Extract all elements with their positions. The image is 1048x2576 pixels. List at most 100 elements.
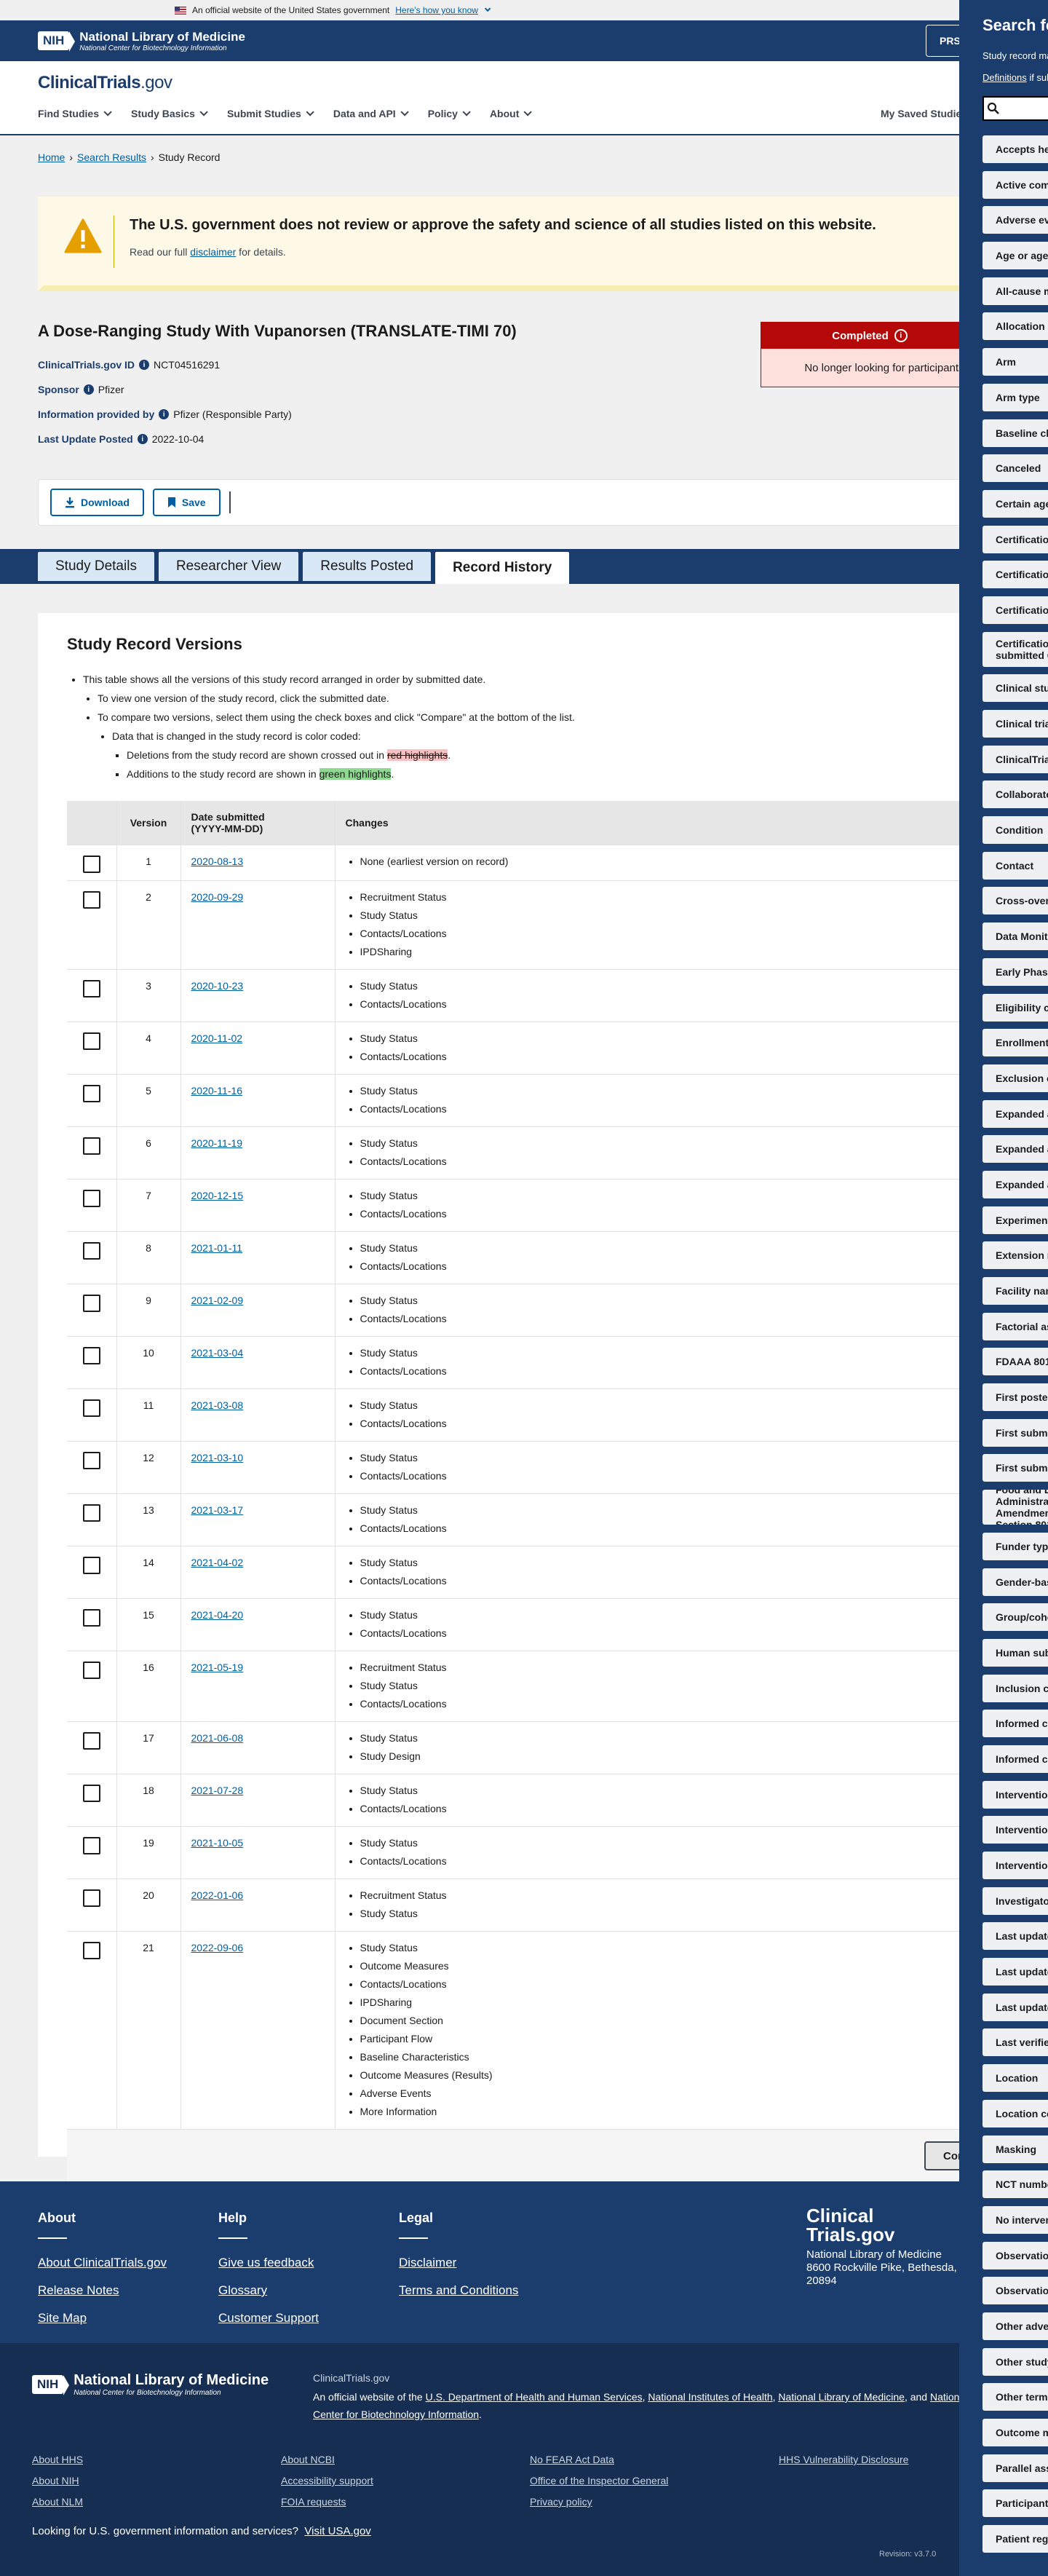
- tab-researcher-view[interactable]: Researcher View: [158, 552, 299, 581]
- glossary-term[interactable]: Group/cohort: [982, 1603, 1048, 1632]
- glossary-term[interactable]: Food and Drug Administration Amendments …: [982, 1490, 1048, 1525]
- footer-link[interactable]: Release Notes: [38, 2277, 167, 2304]
- footer-link[interactable]: Accessibility support: [281, 2470, 373, 2492]
- version-date-link[interactable]: 2021-02-09: [191, 1295, 244, 1306]
- glossary-search-input[interactable]: [982, 96, 1048, 121]
- version-date-link[interactable]: 2021-04-20: [191, 1609, 244, 1621]
- version-checkbox[interactable]: [83, 1556, 100, 1574]
- glossary-term[interactable]: Condition: [982, 816, 1048, 845]
- glossary-term[interactable]: Certification/extension first submitted …: [982, 631, 1048, 667]
- glossary-term[interactable]: ClinicalTrials.gov ID: [982, 745, 1048, 773]
- version-date-link[interactable]: 2022-01-06: [191, 1889, 244, 1901]
- glossary-term[interactable]: NCT number: [982, 2170, 1048, 2199]
- version-checkbox[interactable]: [83, 1889, 100, 1907]
- version-checkbox[interactable]: [83, 1084, 100, 1102]
- version-checkbox[interactable]: [83, 1504, 100, 1522]
- breadcrumb-home[interactable]: Home: [38, 151, 65, 163]
- glossary-term[interactable]: Baseline characteristics: [982, 419, 1048, 447]
- glossary-term[interactable]: Last update submitted: [982, 1958, 1048, 1986]
- glossary-term[interactable]: Arm type: [982, 383, 1048, 411]
- info-icon[interactable]: i: [894, 329, 908, 342]
- site-logo[interactable]: ClinicalTrials.gov: [38, 73, 172, 93]
- version-checkbox[interactable]: [83, 1731, 100, 1750]
- glossary-term[interactable]: Outcome measure: [982, 2419, 1048, 2446]
- tab-study-details[interactable]: Study Details: [38, 552, 154, 581]
- version-date-link[interactable]: 2020-11-02: [191, 1032, 243, 1044]
- info-icon[interactable]: i: [139, 360, 150, 370]
- footer-link[interactable]: Glossary: [218, 2277, 319, 2304]
- version-date-link[interactable]: 2020-12-15: [191, 1190, 244, 1201]
- glossary-term[interactable]: Cross-over assignment: [982, 887, 1048, 915]
- glossary-term[interactable]: Observational study: [982, 2241, 1048, 2269]
- version-date-link[interactable]: 2020-08-13: [191, 856, 244, 867]
- nav-submit-studies[interactable]: Submit Studies: [227, 108, 314, 119]
- glossary-term[interactable]: Accepts healthy volunteers: [982, 135, 1048, 163]
- glossary-term[interactable]: Data Monitoring Committee: [982, 922, 1048, 951]
- glossary-term[interactable]: All-cause mortality: [982, 277, 1048, 305]
- glossary-term[interactable]: Expanded access type: [982, 1170, 1048, 1198]
- glossary-term[interactable]: Parallel assignment: [982, 2454, 1048, 2482]
- breadcrumb-search-results[interactable]: Search Results: [77, 151, 146, 163]
- version-checkbox[interactable]: [83, 1294, 100, 1312]
- glossary-term[interactable]: Factorial assignment: [982, 1312, 1048, 1340]
- glossary-term[interactable]: No intervention arm: [982, 2205, 1048, 2234]
- version-checkbox[interactable]: [83, 1661, 100, 1679]
- footer-link[interactable]: About NLM: [32, 2492, 83, 2513]
- version-date-link[interactable]: 2020-11-19: [191, 1137, 243, 1149]
- footer-link[interactable]: HHS Vulnerability Disclosure: [779, 2449, 908, 2470]
- footer-link[interactable]: About NCBI: [281, 2449, 373, 2470]
- glossary-term[interactable]: Extension request: [982, 1241, 1048, 1270]
- tab-results-posted[interactable]: Results Posted: [303, 552, 432, 581]
- version-checkbox[interactable]: [83, 1784, 100, 1802]
- footer-link[interactable]: About ClinicalTrials.gov: [38, 2249, 167, 2277]
- nlm-link[interactable]: National Library of Medicine: [778, 2391, 905, 2403]
- version-date-link[interactable]: 2021-06-08: [191, 1732, 244, 1744]
- glossary-term[interactable]: Gender-based eligibility: [982, 1568, 1048, 1596]
- info-icon[interactable]: i: [83, 384, 94, 395]
- glossary-term[interactable]: Last verified: [982, 2028, 1048, 2057]
- version-checkbox[interactable]: [83, 855, 100, 873]
- version-date-link[interactable]: 2021-01-11: [191, 1242, 243, 1254]
- nav-about[interactable]: About: [490, 108, 533, 119]
- glossary-term[interactable]: First submitted that met QC criteria: [982, 1454, 1048, 1482]
- nih-link[interactable]: National Institutes of Health: [648, 2391, 772, 2403]
- glossary-term[interactable]: Certification/extension first posted: [982, 596, 1048, 624]
- footer-link[interactable]: Terms and Conditions: [399, 2277, 518, 2304]
- glossary-term[interactable]: Facility name: [982, 1277, 1048, 1305]
- version-date-link[interactable]: 2021-04-02: [191, 1557, 244, 1568]
- version-checkbox[interactable]: [83, 1608, 100, 1627]
- glossary-term[interactable]: Exclusion criteria: [982, 1064, 1048, 1092]
- version-checkbox[interactable]: [83, 1137, 100, 1155]
- glossary-term[interactable]: Participant flow: [982, 2489, 1048, 2518]
- download-button[interactable]: Download: [50, 489, 144, 516]
- glossary-term[interactable]: Last update submitted that met QC criter…: [982, 1993, 1048, 2021]
- glossary-term[interactable]: First posted: [982, 1383, 1048, 1412]
- glossary-term[interactable]: Intervention model: [982, 1816, 1048, 1844]
- glossary-term[interactable]: Adverse event: [982, 206, 1048, 234]
- footer-link[interactable]: Disclaimer: [399, 2249, 518, 2277]
- footer-link[interactable]: About NIH: [32, 2470, 83, 2492]
- glossary-term[interactable]: Allocation: [982, 312, 1048, 341]
- tab-record-history[interactable]: Record History: [435, 552, 570, 584]
- glossary-term[interactable]: Expanded access status: [982, 1135, 1048, 1163]
- footer-link[interactable]: Privacy policy: [530, 2492, 668, 2513]
- glossary-term[interactable]: Arm: [982, 348, 1048, 376]
- version-checkbox[interactable]: [83, 979, 100, 997]
- glossary-term[interactable]: FDAAA 801 Violations: [982, 1348, 1048, 1376]
- version-checkbox[interactable]: [83, 1032, 100, 1050]
- save-button[interactable]: Save: [152, 489, 221, 516]
- footer-link[interactable]: Office of the Inspector General: [530, 2470, 668, 2492]
- glossary-term[interactable]: Human subjects protection review board: [982, 1638, 1048, 1667]
- version-checkbox[interactable]: [83, 1399, 100, 1417]
- glossary-term[interactable]: Experimental arm: [982, 1206, 1048, 1234]
- definitions-link[interactable]: Definitions: [982, 72, 1027, 83]
- glossary-term[interactable]: First submitted: [982, 1418, 1048, 1447]
- version-date-link[interactable]: 2022-09-06: [191, 1942, 244, 1953]
- glossary-term[interactable]: Location countries: [982, 2099, 1048, 2127]
- footer-link[interactable]: Site Map: [38, 2304, 167, 2332]
- glossary-term[interactable]: Location: [982, 2064, 1048, 2093]
- glossary-term[interactable]: Last update posted: [982, 1922, 1048, 1951]
- version-date-link[interactable]: 2020-11-16: [191, 1085, 243, 1097]
- version-checkbox[interactable]: [83, 1346, 100, 1364]
- glossary-term[interactable]: Active comparator: [982, 170, 1048, 199]
